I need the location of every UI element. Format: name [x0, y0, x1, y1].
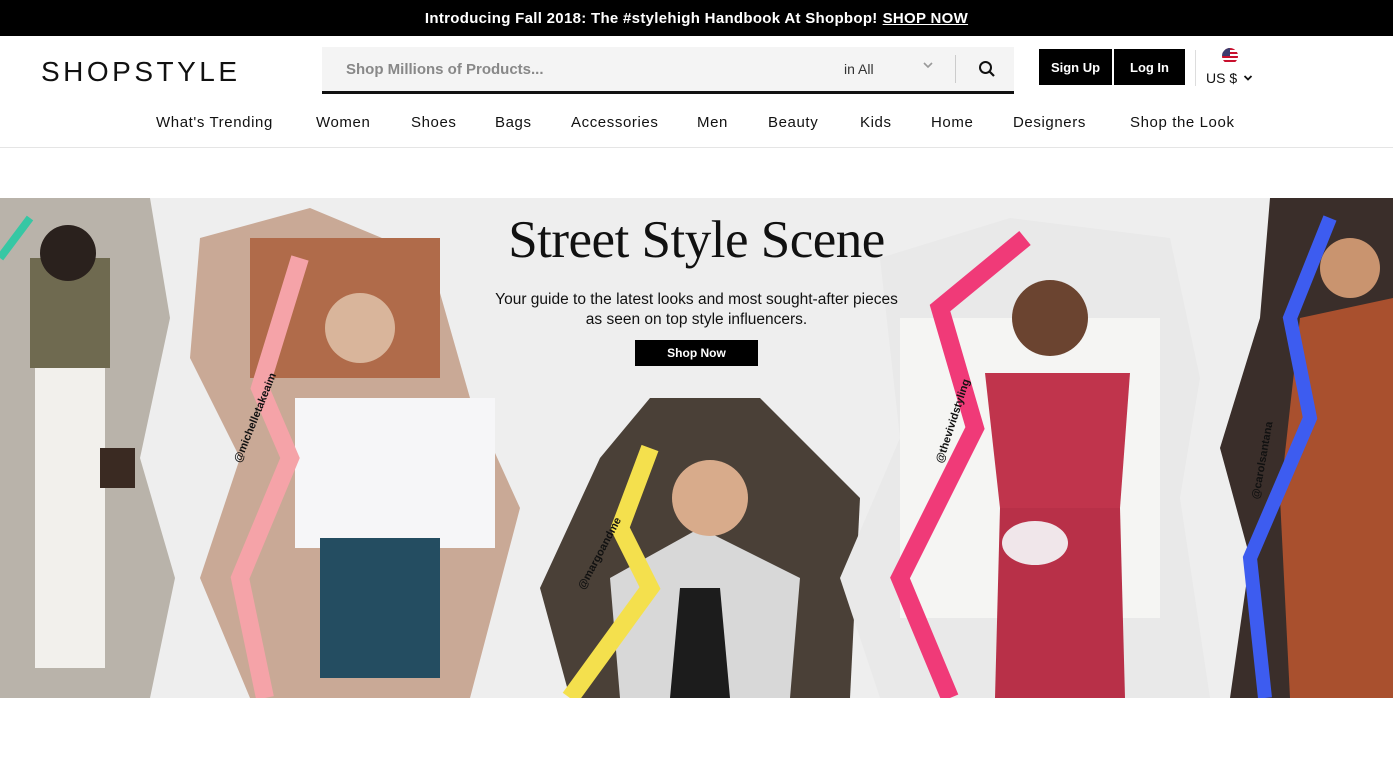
- nav-shop-the-look[interactable]: Shop the Look: [1130, 114, 1235, 131]
- header-divider: [1195, 50, 1196, 86]
- us-flag-icon: [1222, 48, 1238, 64]
- nav-designers[interactable]: Designers: [1013, 114, 1086, 131]
- hero-banner[interactable]: Street Style Scene Your guide to the lat…: [0, 198, 1393, 698]
- main-nav: What's Trending Women Shoes Bags Accesso…: [0, 100, 1393, 148]
- log-in-button[interactable]: Log In: [1114, 49, 1185, 85]
- hero-content: Street Style Scene Your guide to the lat…: [440, 198, 953, 366]
- search-scope-select[interactable]: in All: [844, 61, 874, 77]
- nav-beauty[interactable]: Beauty: [768, 114, 818, 131]
- nav-accessories[interactable]: Accessories: [571, 114, 658, 131]
- search-bar: in All: [322, 47, 1014, 94]
- header: SHOPSTYLE in All Sign Up Log In US $: [0, 36, 1393, 100]
- sign-up-button[interactable]: Sign Up: [1039, 49, 1112, 85]
- search-divider: [955, 55, 956, 83]
- search-icon: [979, 61, 995, 77]
- hero-title: Street Style Scene: [508, 211, 885, 269]
- nav-men[interactable]: Men: [697, 114, 728, 131]
- search-input[interactable]: [322, 60, 822, 78]
- promo-shop-now-link[interactable]: SHOP NOW: [883, 10, 968, 27]
- nav-whats-trending[interactable]: What's Trending: [156, 114, 273, 131]
- promo-text: Introducing Fall 2018: The #stylehigh Ha…: [424, 9, 878, 27]
- search-button[interactable]: [972, 55, 1002, 83]
- nav-bags[interactable]: Bags: [495, 114, 532, 131]
- hero-subtitle: Your guide to the latest looks and most …: [495, 291, 898, 328]
- nav-shoes[interactable]: Shoes: [411, 114, 457, 131]
- promo-banner: Introducing Fall 2018: The #stylehigh Ha…: [0, 0, 1393, 36]
- nav-women[interactable]: Women: [316, 114, 370, 131]
- nav-kids[interactable]: Kids: [860, 114, 892, 131]
- nav-home[interactable]: Home: [931, 114, 973, 131]
- currency-selector[interactable]: US $: [1206, 48, 1262, 86]
- shop-now-button[interactable]: Shop Now: [635, 340, 758, 366]
- shopstyle-logo[interactable]: SHOPSTYLE: [41, 56, 241, 88]
- currency-label: US $: [1206, 70, 1238, 86]
- chevron-down-icon: [1243, 75, 1253, 81]
- chevron-down-icon[interactable]: [922, 59, 934, 74]
